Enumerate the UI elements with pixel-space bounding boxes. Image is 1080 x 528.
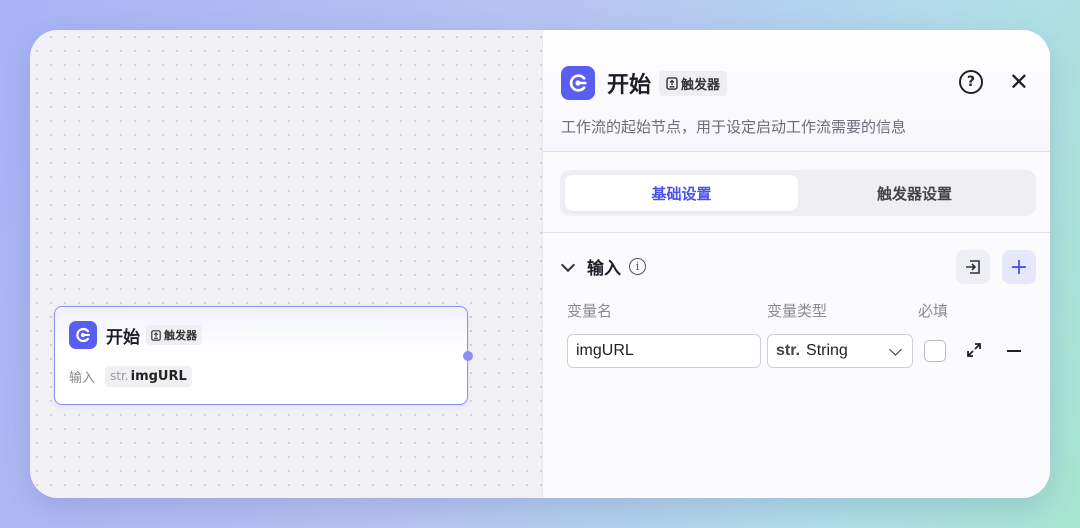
var-name: imgURL bbox=[130, 369, 187, 384]
tab-trigger-settings[interactable]: 触发器设置 bbox=[798, 175, 1031, 211]
info-icon[interactable]: i bbox=[629, 258, 646, 275]
panel-title: 开始 bbox=[607, 73, 652, 98]
trigger-icon bbox=[151, 329, 161, 341]
input-section-buttons: + bbox=[956, 250, 1036, 284]
app-window: 开始 触发器 输入 str. imgURL 开始 触发器 ? ✕ 工作流的起始节… bbox=[30, 30, 1050, 498]
panel-actions: ? ✕ bbox=[958, 70, 1029, 94]
question-circle-icon: ? bbox=[966, 74, 975, 90]
variable-row: str. String bbox=[567, 334, 1037, 368]
panel-description: 工作流的起始节点，用于设定启动工作流需要的信息 bbox=[561, 118, 907, 136]
node-output-handle[interactable] bbox=[463, 351, 473, 361]
trigger-tag: 触发器 bbox=[146, 325, 202, 345]
node-input-label: 输入 bbox=[69, 371, 96, 386]
close-button[interactable]: ✕ bbox=[1009, 70, 1029, 94]
node-input-variable: str. imgURL bbox=[105, 366, 192, 387]
chevron-down-icon bbox=[889, 343, 902, 356]
panel-header: 开始 触发器 ? ✕ 工作流的起始节点，用于设定启动工作流需要的信息 bbox=[543, 30, 1050, 152]
panel-title-row: 开始 触发器 bbox=[561, 66, 728, 100]
workflow-canvas[interactable]: 开始 触发器 输入 str. imgURL bbox=[30, 30, 542, 498]
start-node-icon bbox=[69, 321, 97, 349]
panel-trigger-tag: 触发器 bbox=[659, 70, 728, 96]
chevron-down-icon bbox=[560, 257, 576, 272]
required-checkbox[interactable] bbox=[924, 340, 946, 362]
plus-icon: + bbox=[1009, 254, 1029, 280]
add-variable-button[interactable]: + bbox=[1002, 250, 1036, 284]
type-value: String bbox=[806, 342, 848, 359]
node-settings-panel: 开始 触发器 ? ✕ 工作流的起始节点，用于设定启动工作流需要的信息 基础设置 … bbox=[542, 30, 1050, 498]
panel-node-icon bbox=[561, 66, 595, 100]
settings-tabs: 基础设置 触发器设置 bbox=[560, 170, 1036, 216]
expand-icon bbox=[967, 343, 981, 357]
var-type-prefix: str. bbox=[110, 369, 129, 383]
variable-name-input[interactable] bbox=[567, 334, 761, 368]
remove-variable-button[interactable] bbox=[1007, 350, 1021, 352]
help-button[interactable]: ? bbox=[958, 70, 983, 94]
input-section-title: 输入 bbox=[587, 259, 621, 279]
start-node-title: 开始 bbox=[106, 327, 140, 348]
col-required: 必填 bbox=[918, 302, 949, 320]
input-section-header[interactable]: 输入 i bbox=[560, 254, 646, 279]
tab-basic-settings[interactable]: 基础设置 bbox=[565, 175, 798, 211]
start-node[interactable]: 开始 触发器 输入 str. imgURL bbox=[54, 306, 473, 405]
close-icon: ✕ bbox=[1008, 68, 1029, 96]
panel-trigger-tag-label: 触发器 bbox=[681, 77, 721, 93]
import-button[interactable] bbox=[956, 250, 990, 284]
variable-type-select[interactable]: str. String bbox=[767, 334, 913, 368]
col-variable-name: 变量名 bbox=[567, 302, 613, 320]
type-prefix: str. bbox=[776, 342, 801, 359]
trigger-icon bbox=[666, 76, 678, 90]
expand-button[interactable] bbox=[965, 341, 983, 363]
divider bbox=[543, 232, 1050, 233]
trigger-tag-label: 触发器 bbox=[164, 329, 197, 342]
start-node-inputs: 输入 str. imgURL bbox=[69, 366, 192, 387]
start-node-header: 开始 触发器 bbox=[69, 321, 202, 349]
import-icon bbox=[966, 260, 980, 274]
col-variable-type: 变量类型 bbox=[767, 302, 828, 320]
